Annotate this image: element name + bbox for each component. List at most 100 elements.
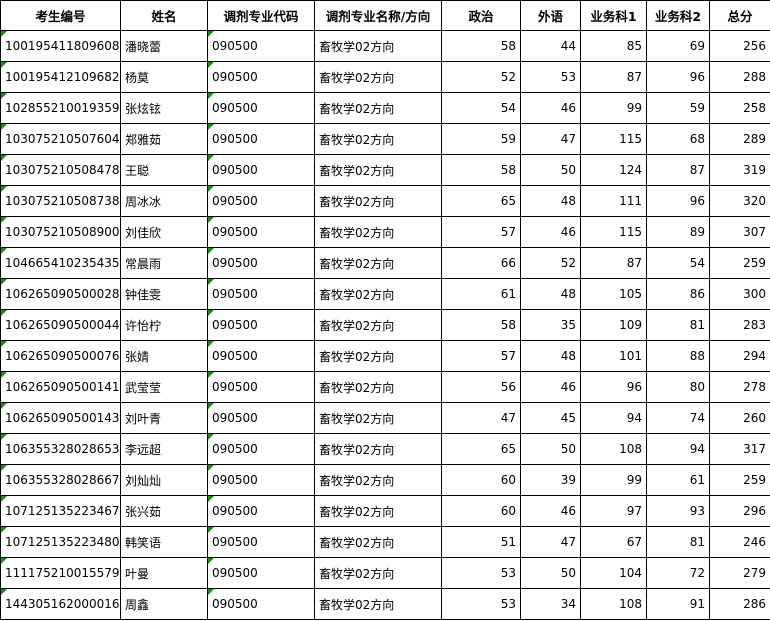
cell-total: 259 xyxy=(709,464,770,496)
table-row: 107125135223480 韩笑语 090500 畜牧学02方向 51 47 67 81 2… xyxy=(0,526,770,558)
cell-major-name: 畜牧学02方向 xyxy=(314,185,442,217)
cell-major-name: 畜牧学02方向 xyxy=(314,340,442,372)
cell-politics: 53 xyxy=(441,588,521,620)
table-body: 100195411809608 潘晓蕾 090500 畜牧学02方向 58 44 85 69 2… xyxy=(0,30,770,620)
cell-foreign-language: 45 xyxy=(520,402,581,434)
cell-total: 289 xyxy=(709,123,770,155)
cell-exam-id: 102855210019359 xyxy=(0,92,121,124)
cell-subject-1: 108 xyxy=(580,588,647,620)
cell-major-name: 畜牧学02方向 xyxy=(314,30,442,62)
cell-foreign-language: 46 xyxy=(520,92,581,124)
cell-major-code: 090500 xyxy=(207,123,315,155)
cell-exam-id: 144305162000016 xyxy=(0,588,121,620)
cell-subject-1: 115 xyxy=(580,216,647,248)
cell-major-name: 畜牧学02方向 xyxy=(314,495,442,527)
cell-name: 张炫铉 xyxy=(120,92,208,124)
table-row: 103075210508738 周冰冰 090500 畜牧学02方向 65 48 111 96… xyxy=(0,185,770,217)
cell-politics: 53 xyxy=(441,557,521,589)
cell-foreign-language: 50 xyxy=(520,154,581,186)
cell-exam-id: 103075210508900 xyxy=(0,216,121,248)
cell-total: 296 xyxy=(709,495,770,527)
cell-subject-2: 87 xyxy=(646,154,710,186)
header-major-name: 调剂专业名称/方向 xyxy=(314,0,442,31)
cell-total: 278 xyxy=(709,371,770,403)
cell-subject-1: 99 xyxy=(580,464,647,496)
header-subject-1: 业务科1 xyxy=(580,0,647,31)
cell-subject-2: 91 xyxy=(646,588,710,620)
cell-major-name: 畜牧学02方向 xyxy=(314,588,442,620)
cell-name: 郑雅茹 xyxy=(120,123,208,155)
cell-subject-2: 93 xyxy=(646,495,710,527)
cell-subject-1: 87 xyxy=(580,247,647,279)
cell-major-code: 090500 xyxy=(207,92,315,124)
cell-subject-1: 105 xyxy=(580,278,647,310)
cell-total: 279 xyxy=(709,557,770,589)
cell-foreign-language: 48 xyxy=(520,340,581,372)
cell-politics: 47 xyxy=(441,402,521,434)
cell-name: 李远超 xyxy=(120,433,208,465)
cell-subject-1: 97 xyxy=(580,495,647,527)
cell-name: 张兴茹 xyxy=(120,495,208,527)
cell-subject-2: 74 xyxy=(646,402,710,434)
cell-name: 王聪 xyxy=(120,154,208,186)
cell-subject-2: 81 xyxy=(646,526,710,558)
header-row: 考生编号 姓名 调剂专业代码 调剂专业名称/方向 政治 外语 业务科1 业务科2… xyxy=(0,0,770,31)
cell-major-name: 畜牧学02方向 xyxy=(314,464,442,496)
header-exam-id: 考生编号 xyxy=(0,0,121,31)
cell-politics: 58 xyxy=(441,309,521,341)
cell-foreign-language: 44 xyxy=(520,30,581,62)
cell-subject-2: 59 xyxy=(646,92,710,124)
cell-total: 246 xyxy=(709,526,770,558)
cell-exam-id: 107125135223480 xyxy=(0,526,121,558)
cell-major-code: 090500 xyxy=(207,61,315,93)
cell-subject-1: 67 xyxy=(580,526,647,558)
cell-total: 256 xyxy=(709,30,770,62)
cell-major-code: 090500 xyxy=(207,154,315,186)
cell-major-code: 090500 xyxy=(207,464,315,496)
cell-name: 钟佳雯 xyxy=(120,278,208,310)
cell-name: 叶曼 xyxy=(120,557,208,589)
cell-subject-2: 72 xyxy=(646,557,710,589)
table-row: 103075210508900 刘佳欣 090500 畜牧学02方向 57 46 115 89… xyxy=(0,216,770,248)
table-row: 107125135223467 张兴茹 090500 畜牧学02方向 60 46 97 93 2… xyxy=(0,495,770,527)
cell-major-code: 090500 xyxy=(207,309,315,341)
cell-major-name: 畜牧学02方向 xyxy=(314,61,442,93)
cell-name: 武莹莹 xyxy=(120,371,208,403)
cell-subject-2: 89 xyxy=(646,216,710,248)
cell-subject-2: 86 xyxy=(646,278,710,310)
cell-subject-1: 111 xyxy=(580,185,647,217)
cell-exam-id: 104665410235435 xyxy=(0,247,121,279)
cell-major-name: 畜牧学02方向 xyxy=(314,557,442,589)
cell-major-code: 090500 xyxy=(207,247,315,279)
cell-politics: 61 xyxy=(441,278,521,310)
cell-subject-2: 61 xyxy=(646,464,710,496)
cell-subject-2: 96 xyxy=(646,61,710,93)
cell-major-code: 090500 xyxy=(207,557,315,589)
cell-major-name: 畜牧学02方向 xyxy=(314,433,442,465)
table-row: 100195411809608 潘晓蕾 090500 畜牧学02方向 58 44 85 69 2… xyxy=(0,30,770,62)
table-row: 106265090500044 许怡柠 090500 畜牧学02方向 58 35 109 81… xyxy=(0,309,770,341)
cell-subject-2: 88 xyxy=(646,340,710,372)
cell-politics: 60 xyxy=(441,495,521,527)
cell-total: 317 xyxy=(709,433,770,465)
cell-name: 刘灿灿 xyxy=(120,464,208,496)
table-row: 106355328028667 刘灿灿 090500 畜牧学02方向 60 39 99 61 2… xyxy=(0,464,770,496)
table-row: 106265090500076 张婧 090500 畜牧学02方向 57 48 101 88 2… xyxy=(0,340,770,372)
table-row: 102855210019359 张炫铉 090500 畜牧学02方向 54 46 99 59 2… xyxy=(0,92,770,124)
cell-exam-id: 100195411809608 xyxy=(0,30,121,62)
cell-major-name: 畜牧学02方向 xyxy=(314,92,442,124)
cell-name: 刘佳欣 xyxy=(120,216,208,248)
cell-politics: 58 xyxy=(441,30,521,62)
cell-subject-2: 54 xyxy=(646,247,710,279)
cell-major-name: 畜牧学02方向 xyxy=(314,154,442,186)
table-row: 144305162000016 周鑫 090500 畜牧学02方向 53 34 108 91 2… xyxy=(0,588,770,620)
header-politics: 政治 xyxy=(441,0,521,31)
cell-major-name: 畜牧学02方向 xyxy=(314,123,442,155)
cell-politics: 58 xyxy=(441,154,521,186)
header-subject-2: 业务科2 xyxy=(646,0,710,31)
cell-major-name: 畜牧学02方向 xyxy=(314,526,442,558)
cell-foreign-language: 46 xyxy=(520,216,581,248)
cell-major-code: 090500 xyxy=(207,185,315,217)
cell-total: 294 xyxy=(709,340,770,372)
cell-total: 319 xyxy=(709,154,770,186)
